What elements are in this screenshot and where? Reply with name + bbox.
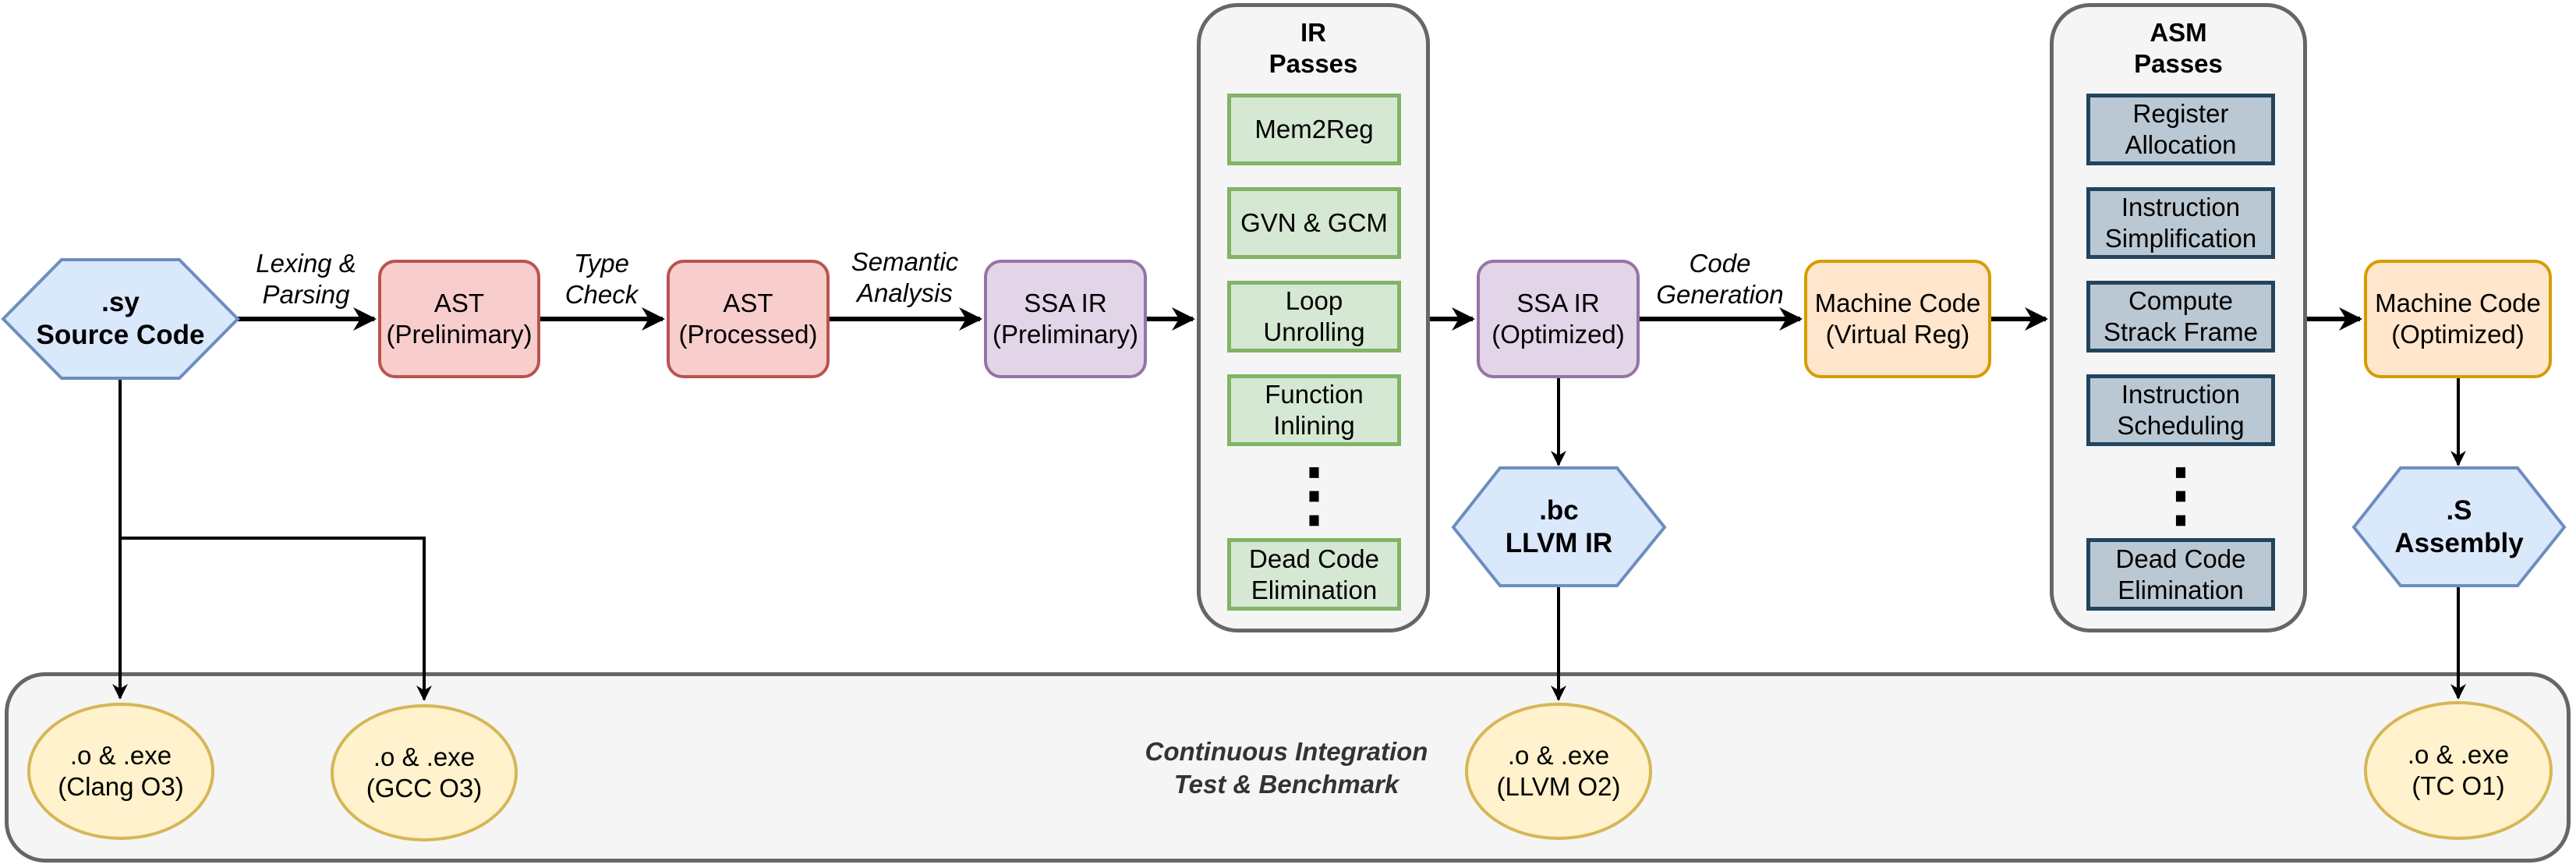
ssa-opt-node: SSA IR (Optimized) [1477, 260, 1640, 378]
pass-line: Inlining [1273, 411, 1355, 440]
pass-line: Dead Code [2115, 544, 2246, 573]
edge-label-line: Generation [1656, 280, 1784, 309]
mc-opt-node: Machine Code (Optimized) [2364, 260, 2552, 378]
edge-source-gcc [120, 537, 432, 701]
pass-line: Allocation [2125, 130, 2237, 159]
pass-line: Loop [1285, 286, 1343, 315]
ir-pass-gvn-gcm: GVN & GCM [1227, 187, 1401, 259]
asm-pass-register-allocation: Register Allocation [2086, 94, 2275, 165]
ast-prelim-node: AST (Prelinimary) [378, 260, 540, 378]
edge-label-line: Type [574, 249, 629, 278]
edge-label-line: Semantic [851, 247, 959, 276]
node-line: (Virtual Reg) [1825, 320, 1970, 349]
pass-line: Dead Code [1249, 544, 1379, 573]
pass-line: Simplification [2104, 224, 2257, 253]
edge-label-semantic: Semantic Analysis [830, 246, 980, 309]
file-ext: .S [2446, 494, 2472, 526]
ellipsis-glyph: ⋮ [2146, 456, 2216, 534]
edge-label-lexing: Lexing & Parsing [238, 248, 374, 310]
node-line: (Preliminary) [992, 320, 1138, 349]
output-line: .o & .exe [2407, 740, 2510, 769]
ci-title: Continuous Integration Test & Benchmark [1107, 733, 1466, 803]
ci-title-line: Test & Benchmark [1173, 770, 1399, 799]
output-line: (Clang O3) [58, 772, 184, 801]
source-code-node: .sy Source Code [3, 260, 238, 378]
edge-label-line: Code [1689, 249, 1751, 278]
node-line: AST [433, 289, 485, 317]
edge-label-codegen: Code Generation [1640, 248, 1800, 310]
ci-title-line: Continuous Integration [1145, 737, 1428, 766]
output-gcc-o3: .o & .exe (GCC O3) [331, 704, 518, 841]
pass-line: GVN & GCM [1240, 208, 1388, 237]
pass-line: Instruction [2121, 380, 2241, 409]
ir-passes-title: IR Passes [1197, 17, 1430, 80]
file-label: LLVM IR [1505, 527, 1613, 558]
pass-line: Elimination [1251, 575, 1378, 604]
asm-pass-compute-stack-frame: Compute Strack Frame [2086, 281, 2275, 353]
output-tc-o1: .o & .exe (TC O1) [2364, 701, 2553, 840]
output-line: .o & .exe [1507, 741, 1610, 770]
title-line: Passes [2134, 49, 2223, 78]
asm-pass-dce: Dead Code Elimination [2086, 538, 2275, 611]
node-line: SSA IR [1516, 289, 1600, 317]
node-line: SSA IR [1024, 289, 1107, 317]
output-line: .o & .exe [373, 742, 476, 771]
ellipsis-glyph: ⋮ [1279, 456, 1350, 534]
title-line: ASM [2150, 18, 2207, 47]
pass-line: Register [2132, 99, 2229, 128]
node-line: (Optimized) [2391, 320, 2525, 349]
node-line: AST [723, 289, 773, 317]
title-line: IR [1300, 18, 1326, 47]
edge-label-line: Lexing & [256, 249, 356, 278]
pass-line: Instruction [2121, 193, 2241, 221]
source-label: Source Code [36, 320, 205, 350]
pass-line: Elimination [2118, 575, 2244, 604]
node-line: Machine Code [1814, 289, 1981, 317]
output-line: .o & .exe [69, 741, 172, 770]
edge-label-line: Parsing [262, 280, 350, 309]
ir-pass-function-inlining: Function Inlining [1227, 374, 1401, 446]
node-line: (Prelinimary) [386, 320, 533, 349]
asm-passes-ellipsis: ⋮ [2086, 460, 2275, 530]
ir-passes-ellipsis: ⋮ [1227, 460, 1401, 530]
ir-pass-dce: Dead Code Elimination [1227, 538, 1401, 611]
pass-line: Function [1265, 380, 1364, 409]
asm-pass-instruction-scheduling: Instruction Scheduling [2086, 374, 2275, 446]
file-ext: .bc [1539, 494, 1579, 526]
source-ext: .sy [101, 287, 140, 317]
edge-label-line: Analysis [857, 278, 953, 307]
pass-line: Mem2Reg [1254, 115, 1374, 143]
file-label: Assembly [2394, 527, 2524, 558]
output-llvm-o2: .o & .exe (LLVM O2) [1465, 703, 1652, 840]
node-line: Machine Code [2375, 289, 2541, 317]
asm-pass-instruction-simplification: Instruction Simplification [2086, 187, 2275, 259]
output-line: (TC O1) [2411, 771, 2505, 800]
ssa-prelim-node: SSA IR (Preliminary) [984, 260, 1147, 378]
bc-llvm-ir-node: .bc LLVM IR [1453, 468, 1665, 586]
ir-pass-loop-unrolling: Loop Unrolling [1227, 281, 1401, 353]
node-line: (Optimized) [1491, 320, 1625, 349]
node-line: (Processed) [678, 320, 818, 349]
pass-line: Compute [2128, 286, 2233, 315]
ast-processed-node: AST (Processed) [667, 260, 830, 378]
pass-line: Unrolling [1263, 317, 1365, 346]
asm-passes-title: ASM Passes [2050, 17, 2307, 80]
title-line: Passes [1269, 49, 1358, 78]
pass-line: Scheduling [2117, 411, 2245, 440]
ir-pass-mem2reg: Mem2Reg [1227, 94, 1401, 165]
edge-label-type-check: Type Check [540, 248, 663, 310]
edge-label-line: Check [564, 280, 639, 309]
output-line: (LLVM O2) [1496, 772, 1621, 801]
mc-virtual-node: Machine Code (Virtual Reg) [1804, 260, 1991, 378]
output-line: (GCC O3) [366, 774, 483, 802]
pass-line: Strack Frame [2103, 317, 2259, 346]
assembly-node: .S Assembly [2354, 468, 2564, 586]
output-clang-o3: .o & .exe (Clang O3) [27, 703, 214, 840]
